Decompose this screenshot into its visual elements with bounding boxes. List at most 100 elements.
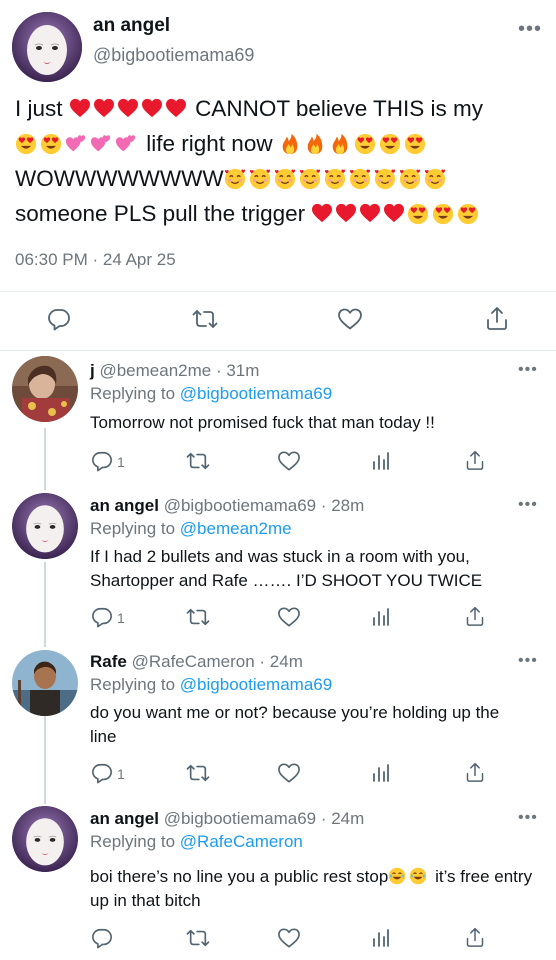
red-heart-emoji [359, 203, 381, 223]
analytics-icon[interactable] [372, 763, 390, 783]
reply-text: If I had 2 bullets and was stuck in a ro… [90, 547, 483, 590]
divider [0, 291, 556, 292]
reply-time[interactable]: · 24m [259, 652, 302, 671]
smiling-hearts-emoji [374, 168, 396, 190]
heart-eyes-emoji [354, 133, 376, 155]
tweet-text-line-1: I just CANNOT believe THIS is my [15, 96, 484, 121]
more-horizontal-icon[interactable]: ••• [518, 652, 538, 670]
replying-to: Replying to @bigbootiemama69 [90, 384, 333, 403]
tweet-text-line-4: someone PLS pull the trigger [15, 199, 482, 229]
reply-icon[interactable] [91, 762, 113, 784]
red-heart-emoji [117, 98, 139, 118]
like-icon[interactable] [277, 927, 301, 949]
thread-connector [44, 716, 46, 804]
thread-connector [44, 428, 46, 490]
reply-icon[interactable] [91, 606, 113, 628]
red-heart-emoji [383, 203, 405, 223]
reply-author-name[interactable]: an angel [90, 496, 159, 515]
more-horizontal-icon[interactable]: ••• [518, 18, 542, 41]
reply-author-handle[interactable]: @bigbootiemama69 [164, 809, 316, 828]
laughing-crying-emoji [388, 867, 406, 885]
analytics-icon[interactable] [372, 607, 390, 627]
retweet-icon[interactable] [186, 927, 210, 949]
reply-header: an angel @bigbootiemama69 · 24m [90, 809, 364, 829]
fire-emoji [304, 133, 326, 155]
reply-author-name[interactable]: an angel [90, 809, 159, 828]
heart-eyes-emoji [407, 203, 429, 225]
replying-to: Replying to @bemean2me [90, 519, 292, 538]
reply-icon[interactable] [47, 307, 71, 331]
more-horizontal-icon[interactable]: ••• [518, 809, 538, 827]
smiling-hearts-emoji [224, 168, 246, 190]
author-name[interactable]: an angel [93, 15, 170, 37]
reply-author-handle[interactable]: @bigbootiemama69 [164, 496, 316, 515]
retweet-icon[interactable] [186, 606, 210, 628]
reply-author-name[interactable]: j [90, 361, 95, 380]
smiling-hearts-emoji [324, 168, 346, 190]
analytics-icon[interactable] [372, 451, 390, 471]
heart-eyes-emoji [40, 133, 62, 155]
divider [0, 350, 556, 351]
more-horizontal-icon[interactable]: ••• [518, 361, 538, 379]
reply-avatar[interactable] [12, 650, 78, 716]
reply-time[interactable]: · 24m [321, 809, 364, 828]
tweet-text-line-3: WOWWWWWWWW [15, 164, 449, 194]
smiling-hearts-emoji [274, 168, 296, 190]
reply-avatar[interactable] [12, 356, 78, 422]
share-icon[interactable] [465, 605, 485, 627]
reply-icon[interactable] [91, 450, 113, 472]
red-heart-emoji [311, 203, 333, 223]
share-icon[interactable] [485, 305, 509, 331]
reply-icon[interactable] [91, 927, 113, 949]
tweet-timestamp[interactable]: 06:30 PM · 24 Apr 25 [15, 250, 176, 270]
two-hearts-emoji [115, 133, 137, 155]
author-avatar[interactable] [12, 12, 82, 82]
replying-to-link[interactable]: @bigbootiemama69 [180, 675, 332, 694]
smiling-hearts-emoji [399, 168, 421, 190]
reply-count: 1 [117, 766, 125, 782]
heart-eyes-emoji [457, 203, 479, 225]
reply-time[interactable]: · 31m [216, 361, 259, 380]
reply-author-handle[interactable]: @bemean2me [99, 361, 211, 380]
reply-text: boi there’s no line you a public rest st… [90, 867, 533, 910]
replying-to-link[interactable]: @bemean2me [180, 519, 292, 538]
share-icon[interactable] [465, 926, 485, 948]
heart-eyes-emoji [15, 133, 37, 155]
reply-avatar[interactable] [12, 493, 78, 559]
retweet-icon[interactable] [186, 450, 210, 472]
two-hearts-emoji [90, 133, 112, 155]
reply-header: j @bemean2me · 31m [90, 361, 259, 381]
like-icon[interactable] [277, 762, 301, 784]
laughing-crying-emoji [409, 867, 427, 885]
heart-eyes-emoji [404, 133, 426, 155]
replying-to-link[interactable]: @bigbootiemama69 [180, 384, 332, 403]
two-hearts-emoji [65, 133, 87, 155]
tweet-text-line-2: life right now [15, 129, 429, 159]
analytics-icon[interactable] [372, 928, 390, 948]
more-horizontal-icon[interactable]: ••• [518, 496, 538, 514]
reply-avatar[interactable] [12, 806, 78, 872]
red-heart-emoji [335, 203, 357, 223]
retweet-icon[interactable] [186, 762, 210, 784]
replying-to-link[interactable]: @RafeCameron [180, 832, 303, 851]
smiling-hearts-emoji [349, 168, 371, 190]
author-handle[interactable]: @bigbootiemama69 [93, 45, 254, 66]
share-icon[interactable] [465, 761, 485, 783]
like-icon[interactable] [277, 606, 301, 628]
thread-connector [44, 562, 46, 647]
reply-author-name[interactable]: Rafe [90, 652, 127, 671]
replying-to: Replying to @bigbootiemama69 [90, 675, 333, 694]
like-icon[interactable] [337, 307, 363, 331]
share-icon[interactable] [465, 449, 485, 471]
reply-header: an angel @bigbootiemama69 · 28m [90, 496, 364, 516]
retweet-icon[interactable] [192, 307, 218, 331]
red-heart-emoji [165, 98, 187, 118]
heart-eyes-emoji [379, 133, 401, 155]
reply-count: 1 [117, 454, 125, 470]
red-heart-emoji [93, 98, 115, 118]
like-icon[interactable] [277, 450, 301, 472]
reply-count: 1 [117, 610, 125, 626]
reply-author-handle[interactable]: @RafeCameron [132, 652, 255, 671]
reply-time[interactable]: · 28m [321, 496, 364, 515]
replying-to: Replying to @RafeCameron [90, 832, 303, 851]
